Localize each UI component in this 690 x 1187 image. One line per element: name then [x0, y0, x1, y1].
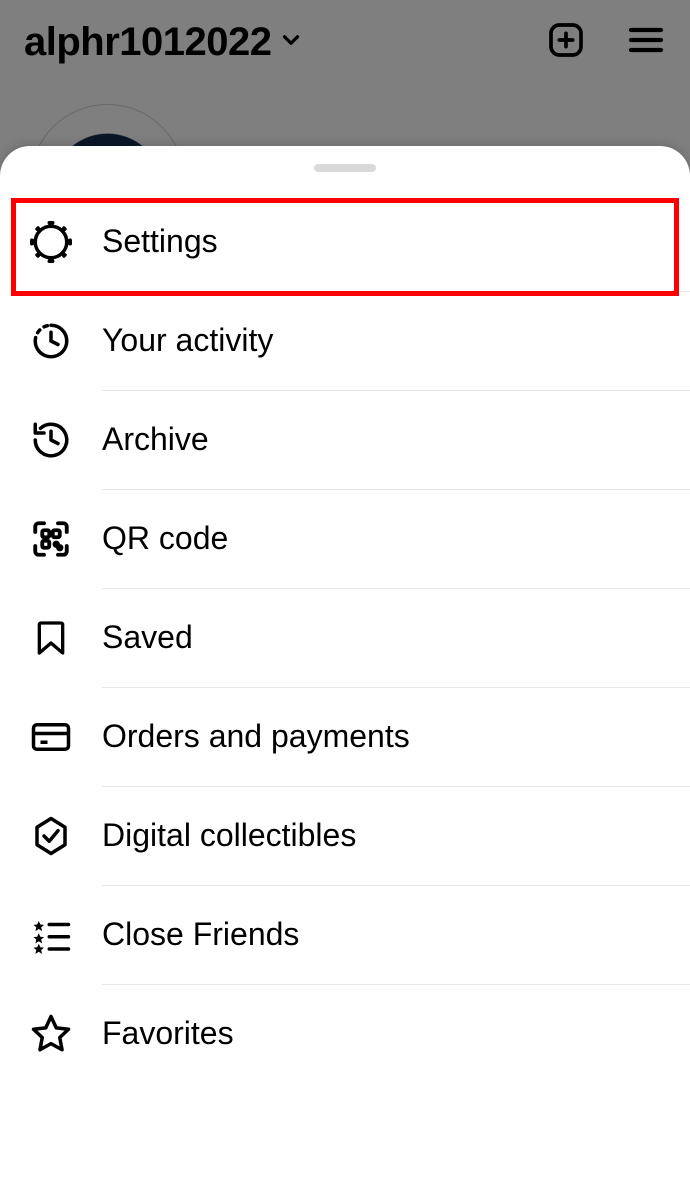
menu-item-close-friends[interactable]: Close Friends [0, 885, 690, 984]
menu-item-qr-code[interactable]: QR code [0, 489, 690, 588]
credit-card-icon [30, 716, 72, 758]
star-list-icon [30, 914, 72, 956]
menu-item-your-activity[interactable]: Your activity [0, 291, 690, 390]
menu-item-archive[interactable]: Archive [0, 390, 690, 489]
menu-item-saved[interactable]: Saved [0, 588, 690, 687]
activity-icon [30, 320, 72, 362]
options-bottom-sheet: Settings Your activity [0, 146, 690, 1187]
archive-icon [30, 419, 72, 461]
menu-label: Saved [102, 619, 193, 656]
sheet-drag-handle[interactable] [314, 164, 376, 172]
gear-icon [30, 221, 72, 263]
menu-item-favorites[interactable]: Favorites [0, 984, 690, 1083]
profile-screen: alphr1012022 [0, 0, 690, 1187]
menu-list: Settings Your activity [0, 192, 690, 1083]
menu-label: Archive [102, 421, 209, 458]
menu-label: Close Friends [102, 916, 299, 953]
hexagon-check-icon [30, 815, 72, 857]
menu-label: Favorites [102, 1015, 234, 1052]
bookmark-icon [30, 617, 72, 659]
menu-label: Digital collectibles [102, 817, 356, 854]
qr-code-icon [30, 518, 72, 560]
menu-label: Orders and payments [102, 718, 410, 755]
menu-label: Settings [102, 223, 218, 260]
menu-label: QR code [102, 520, 228, 557]
menu-label: Your activity [102, 322, 273, 359]
star-icon [30, 1013, 72, 1055]
menu-item-digital-collectibles[interactable]: Digital collectibles [0, 786, 690, 885]
menu-item-settings[interactable]: Settings [0, 192, 690, 291]
menu-item-orders-payments[interactable]: Orders and payments [0, 687, 690, 786]
